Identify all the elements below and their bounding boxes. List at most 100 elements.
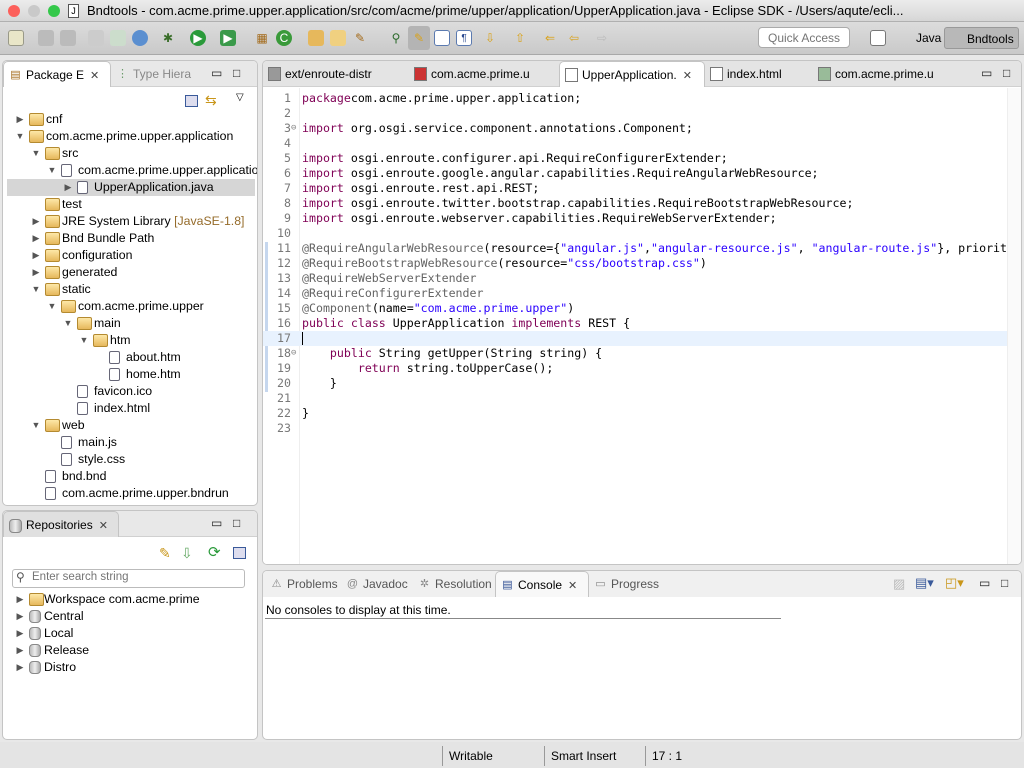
globe-icon[interactable] [132,30,148,46]
fold-toggle-icon[interactable]: ⊖ [291,346,296,361]
tree-item[interactable]: ▼ com.acme.prime.upper [7,298,255,315]
tree-item[interactable]: ▶ UpperApplication.java [7,179,255,196]
toggle-mark-occurrences-icon[interactable]: ⚲ [388,30,404,46]
close-icon[interactable]: ✕ [99,520,108,532]
overview-ruler[interactable] [1007,88,1021,564]
next-annotation-icon[interactable]: ⇩ [482,30,498,46]
run-icon[interactable]: ▶ [190,30,206,46]
block-selection-icon[interactable] [434,30,450,46]
previous-annotation-icon[interactable]: ⇧ [512,30,528,46]
fold-toggle-icon[interactable]: ⊖ [291,121,296,136]
collapsed-arrow-icon[interactable]: ▶ [31,264,41,281]
open-folder-icon[interactable] [330,30,346,46]
pin-console-icon[interactable]: ▨ [893,576,905,592]
debug-icon[interactable]: ✱ [160,30,176,46]
repository-item[interactable]: ▶ Workspace com.acme.prime [7,591,255,608]
new-class-icon[interactable]: C [276,30,292,46]
tab-progress[interactable]: ▭ Progress [589,571,669,597]
open-console-icon[interactable]: ◰▾ [945,575,964,591]
tree-item[interactable]: ▼ src [7,145,255,162]
minimize-icon[interactable]: ▭ [979,576,990,590]
repository-item[interactable]: ▶ Local [7,625,255,642]
tab-resolution[interactable]: ✲ Resolution [413,571,495,597]
new-icon[interactable] [8,30,24,46]
code-editor[interactable]: 1 packagecom.acme.prime.upper.application… [263,91,1008,561]
collapsed-arrow-icon[interactable]: ▶ [15,642,25,659]
back-icon[interactable]: ⇦ [566,30,582,46]
tree-item[interactable]: home.htm [7,366,255,383]
zoom-window-button[interactable] [48,5,60,17]
tree-item[interactable]: ▶ Bnd Bundle Path [7,230,255,247]
editor-tab[interactable]: com.acme.prime.u [409,61,559,87]
collapse-all-icon[interactable] [233,547,246,559]
tree-item[interactable]: ▼ htm [7,332,255,349]
forward-icon[interactable]: ⇨ [594,30,610,46]
new-bndrun-icon[interactable] [110,30,126,46]
tree-item[interactable]: main.js [7,434,255,451]
expanded-arrow-icon[interactable]: ▼ [47,298,57,315]
repository-search-input[interactable]: ⚲ [12,569,245,588]
tree-item[interactable]: ▼ com.acme.prime.upper.applicatio [7,162,257,179]
save-icon[interactable] [38,30,54,46]
repository-item[interactable]: ▶ Distro [7,659,255,676]
minimize-icon[interactable]: ▭ [981,66,992,80]
open-perspective-icon[interactable] [870,30,886,46]
collapsed-arrow-icon[interactable]: ▶ [15,625,25,642]
new-bnd-project-icon[interactable] [88,30,104,46]
view-menu-icon[interactable]: ▽ [236,92,244,103]
collapsed-arrow-icon[interactable]: ▶ [15,111,25,128]
last-edit-icon[interactable]: ⇐ [542,30,558,46]
tab-problems[interactable]: ⚠ Problems [265,571,341,597]
close-icon[interactable]: ✕ [90,70,99,82]
repository-item[interactable]: ▶ Release [7,642,255,659]
tree-item[interactable]: favicon.ico [7,383,255,400]
tree-item[interactable]: ▶ JRE System Library [JavaSE-1.8] [7,213,255,230]
download-icon[interactable]: ⇩ [181,545,193,562]
collapsed-arrow-icon[interactable]: ▶ [15,591,25,608]
expanded-arrow-icon[interactable]: ▼ [31,145,41,162]
maximize-icon[interactable]: □ [233,516,240,530]
editor-tab[interactable]: index.html [705,61,813,87]
search-field[interactable] [32,571,232,583]
expanded-arrow-icon[interactable]: ▼ [31,417,41,434]
collapsed-arrow-icon[interactable]: ▶ [15,608,25,625]
collapsed-arrow-icon[interactable]: ▶ [31,247,41,264]
collapse-all-icon[interactable] [185,95,198,107]
tree-item[interactable]: ▶ configuration [7,247,255,264]
add-bundle-icon[interactable]: ✎ [159,545,171,562]
collapsed-arrow-icon[interactable]: ▶ [31,230,41,247]
expanded-arrow-icon[interactable]: ▼ [63,315,73,332]
open-type-icon[interactable] [308,30,324,46]
editor-tab[interactable]: UpperApplication. ✕ [559,61,705,87]
repository-item[interactable]: ▶ Central [7,608,255,625]
quick-access-input[interactable] [758,27,850,48]
tab-package-explorer[interactable]: ▤ Package E ✕ [3,61,111,87]
maximize-icon[interactable]: □ [1001,576,1008,590]
highlight-icon[interactable]: ✎ [408,26,430,50]
refresh-icon[interactable]: ⟳ [208,543,221,561]
collapsed-arrow-icon[interactable]: ▶ [15,659,25,676]
maximize-icon[interactable]: □ [233,66,240,80]
editor-tab[interactable]: ext/enroute-distr [263,61,409,87]
tab-repositories[interactable]: Repositories ✕ [3,511,119,537]
perspective-java[interactable]: Java [894,27,945,49]
tree-item[interactable]: test [7,196,255,213]
tree-item[interactable]: ▼ static [7,281,255,298]
tree-item[interactable]: bnd.bnd [7,468,255,485]
minimize-window-button[interactable] [28,5,40,17]
close-icon[interactable]: ✕ [568,580,577,592]
tree-item[interactable]: ▶ generated [7,264,255,281]
tree-item[interactable]: style.css [7,451,255,468]
collapsed-arrow-icon[interactable]: ▶ [31,213,41,230]
perspective-bndtools[interactable]: Bndtools [944,27,1019,49]
tree-item[interactable]: ▼ main [7,315,255,332]
display-console-icon[interactable]: ▤▾ [915,575,934,591]
close-icon[interactable]: ✕ [683,70,692,82]
close-window-button[interactable] [8,5,20,17]
tab-console[interactable]: ▤ Console ✕ [495,571,589,597]
minimize-icon[interactable]: ▭ [211,66,222,80]
expanded-arrow-icon[interactable]: ▼ [31,281,41,298]
tree-item[interactable]: ▼ web [7,417,255,434]
tab-type-hierarchy[interactable]: ⋮ Type Hiera [111,61,201,87]
tree-item[interactable]: ▼ com.acme.prime.upper.application [7,128,255,145]
